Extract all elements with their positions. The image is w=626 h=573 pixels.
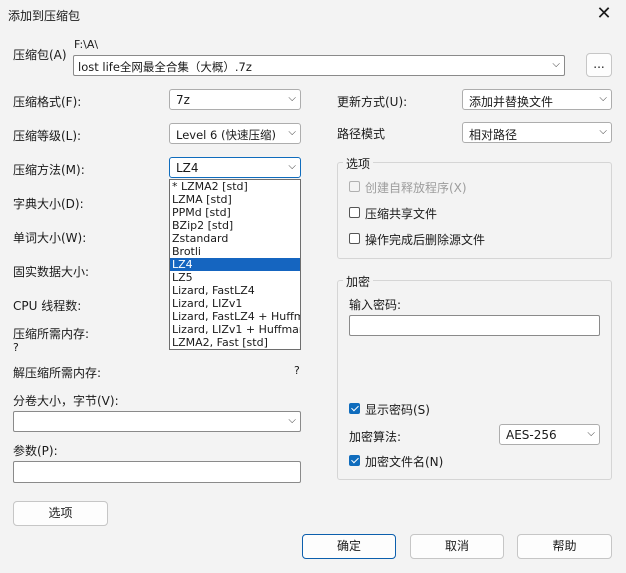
encrypt-names-label: 加密文件名(N) — [365, 455, 444, 469]
options-group-title: 选项 — [343, 155, 374, 172]
show-password-label: 显示密码(S) — [365, 403, 430, 417]
method-value: LZ4 — [176, 161, 199, 175]
algorithm-label: 加密算法: — [349, 430, 402, 444]
format-value: 7z — [176, 93, 190, 107]
help-button[interactable]: 帮助 — [517, 534, 612, 559]
chevron-down-icon: ⌵ — [587, 428, 595, 439]
mem-compress-label: 压缩所需内存: — [13, 327, 90, 341]
method-label: 压缩方法(M): — [13, 163, 85, 177]
archive-path: F:\A\ — [74, 38, 99, 51]
algorithm-select[interactable]: AES-256 ⌵ — [499, 424, 600, 445]
archive-name-combo[interactable]: lost life全网最全合集（大概）.7z ⌵ — [73, 55, 565, 76]
mem-decompress-label: 解压缩所需内存: — [13, 366, 102, 380]
level-label: 压缩等级(L): — [13, 129, 82, 143]
mem-decompress-value: ? — [294, 364, 300, 377]
format-select[interactable]: 7z ⌵ — [169, 89, 301, 110]
method-select[interactable]: LZ4 ⌵ — [169, 157, 301, 178]
chevron-down-icon: ⌵ — [288, 93, 296, 104]
ok-button[interactable]: 确定 — [302, 534, 396, 559]
shared-label: 压缩共享文件 — [365, 207, 438, 221]
path-mode-value: 相对路径 — [469, 128, 518, 142]
algorithm-value: AES-256 — [506, 428, 557, 442]
encrypt-names-checkbox[interactable] — [349, 455, 360, 466]
level-select[interactable]: Level 6 (快速压缩) ⌵ — [169, 123, 301, 144]
format-label: 压缩格式(F): — [13, 95, 82, 109]
word-label: 单词大小(W): — [13, 231, 87, 245]
method-option[interactable]: Lizard, LIZv1 — [170, 297, 300, 310]
method-option[interactable]: Lizard, FastLZ4 — [170, 284, 300, 297]
solid-label: 固实数据大小: — [13, 265, 90, 279]
level-value: Level 6 (快速压缩) — [176, 128, 276, 142]
close-icon[interactable]: ✕ — [594, 3, 614, 24]
method-option[interactable]: BZip2 [std] — [170, 219, 300, 232]
path-mode-label: 路径模式 — [337, 127, 386, 141]
archive-name-value: lost life全网最全合集（大概）.7z — [78, 60, 252, 74]
delete-checkbox[interactable] — [349, 233, 360, 244]
chevron-down-icon[interactable]: ⌵ — [288, 415, 296, 426]
update-select[interactable]: 添加并替换文件 ⌵ — [462, 89, 612, 110]
split-label: 分卷大小，字节(V): — [13, 394, 119, 408]
browse-button[interactable]: ... — [586, 53, 612, 77]
encryption-group-title: 加密 — [343, 273, 374, 290]
method-option[interactable]: LZ5 — [170, 271, 300, 284]
chevron-down-icon: ⌵ — [288, 127, 296, 138]
chevron-down-icon[interactable]: ⌵ — [552, 59, 560, 70]
split-combo[interactable]: ⌵ — [13, 411, 301, 432]
cpu-label: CPU 线程数: — [13, 299, 82, 313]
method-option[interactable]: PPMd [std] — [170, 206, 300, 219]
method-option[interactable]: * LZMA2 [std] — [170, 180, 300, 193]
mem-compress-value: ? — [13, 341, 19, 354]
method-option[interactable]: Brotli — [170, 245, 300, 258]
method-dropdown-list: * LZMA2 [std] LZMA [std] PPMd [std] BZip2 [… — [169, 179, 301, 350]
method-option[interactable]: Lizard, LIZv1 + Huffman — [170, 323, 300, 336]
params-input[interactable] — [13, 461, 301, 483]
sfx-checkbox[interactable] — [349, 181, 360, 192]
shared-checkbox[interactable] — [349, 207, 360, 218]
sfx-label: 创建自释放程序(X) — [365, 181, 467, 195]
options-button[interactable]: 选项 — [13, 501, 108, 526]
show-password-checkbox[interactable] — [349, 403, 360, 414]
method-option[interactable]: LZMA [std] — [170, 193, 300, 206]
window-title: 添加到压缩包 — [8, 9, 81, 23]
update-value: 添加并替换文件 — [469, 95, 554, 109]
archive-label: 压缩包(A) — [13, 48, 67, 62]
params-label: 参数(P): — [13, 444, 58, 458]
delete-label: 操作完成后删除源文件 — [365, 233, 486, 247]
password-label: 输入密码: — [349, 298, 402, 312]
dict-label: 字典大小(D): — [13, 197, 84, 211]
chevron-down-icon: ⌵ — [599, 126, 607, 137]
chevron-down-icon: ⌵ — [599, 93, 607, 104]
method-option[interactable]: LZMA2, Fast [std] — [170, 336, 300, 349]
method-option[interactable]: LZ4 — [170, 258, 300, 271]
title-bar: 添加到压缩包 ✕ — [0, 0, 626, 30]
method-option[interactable]: Lizard, FastLZ4 + Huffman — [170, 310, 300, 323]
password-input[interactable] — [349, 315, 600, 336]
update-label: 更新方式(U): — [337, 95, 408, 109]
chevron-down-icon: ⌵ — [288, 161, 296, 172]
method-option[interactable]: Zstandard — [170, 232, 300, 245]
cancel-button[interactable]: 取消 — [410, 534, 504, 559]
path-mode-select[interactable]: 相对路径 ⌵ — [462, 122, 612, 143]
